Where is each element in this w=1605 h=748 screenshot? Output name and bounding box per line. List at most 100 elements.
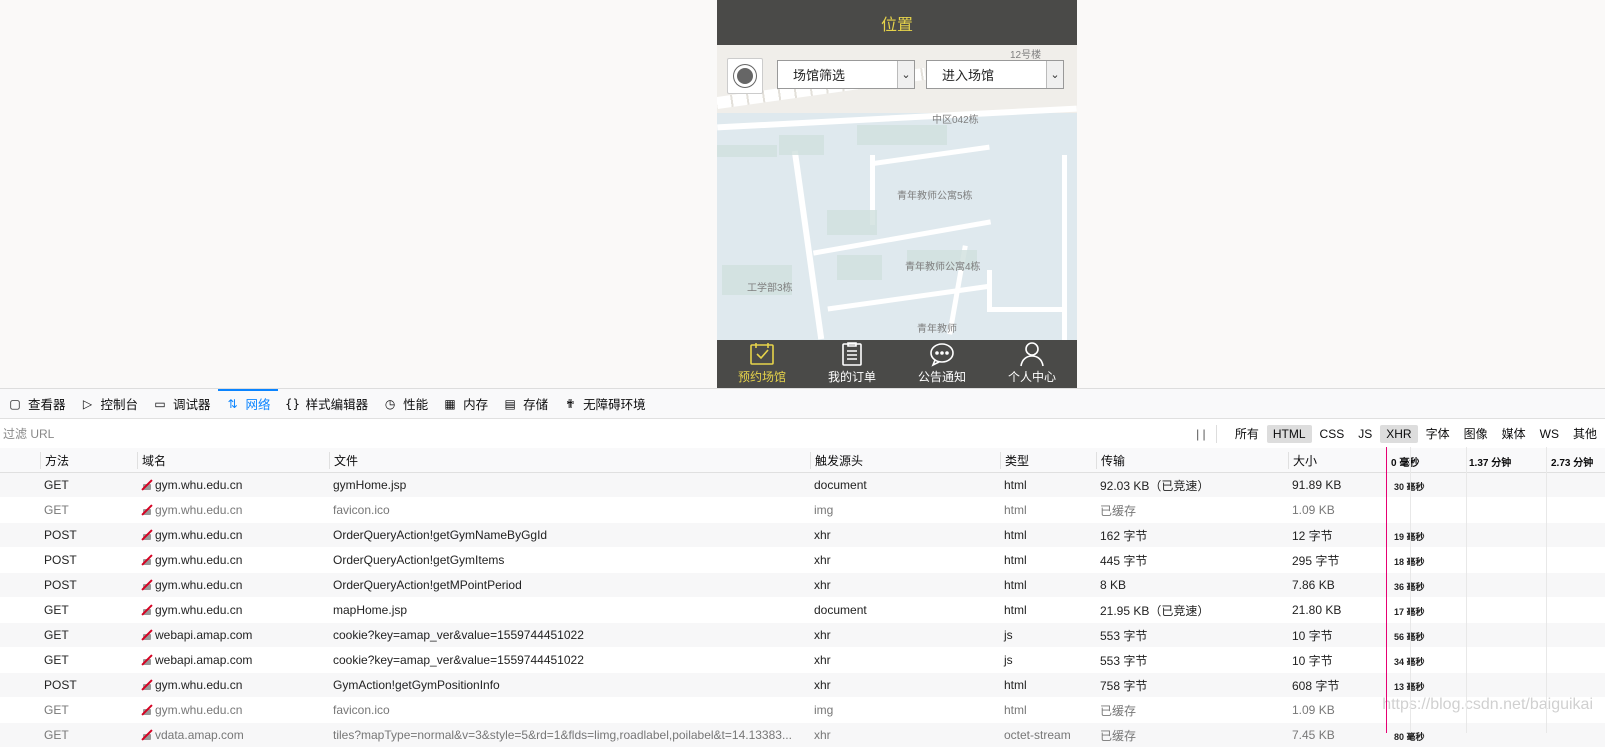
tab-memory[interactable]: ▦ 内存 [435,389,495,418]
filter-ws[interactable]: WS [1534,425,1565,443]
table-row[interactable]: POST gym.whu.edu.cn OrderQueryAction!getMP… [0,573,1605,598]
tab-performance[interactable]: ◷ 性能 [375,389,435,418]
cell-size: 608 字节 [1292,678,1340,693]
cell-type: html [1004,478,1027,492]
cell-waterfall: 30 毫秒 [1386,473,1605,497]
tab-console[interactable]: ▷ 控制台 [73,389,146,418]
pause-icon[interactable]: | | [1186,424,1217,443]
cell-waterfall: 18 毫秒 [1386,548,1605,572]
cell-method: GET [44,628,69,642]
clipboard-icon [842,342,862,366]
cell-transferred: 92.03 KB（已竞速） [1100,478,1210,493]
locate-button[interactable] [727,58,763,94]
devtools-panel: ▢ 查看器 ▷ 控制台 ▭ 调试器 ⇅ 网络 {} 样式编辑器 ◷ 性能 ▦ 内存 ▤ 存储 ✟… [0,388,1605,748]
cell-file: OrderQueryAction!getGymItems [333,553,505,567]
cell-cause: xhr [814,678,831,692]
table-row[interactable]: GET gym.whu.edu.cn mapHome.jsp document html… [0,598,1605,623]
cell-cause: xhr [814,528,831,542]
cell-waterfall: 19 毫秒 [1386,523,1605,547]
cell-size: 295 字节 [1292,553,1340,568]
chevron-down-icon: ⌄ [897,61,914,88]
venue-filter-select[interactable]: 场馆筛选 ⌄ [777,60,915,89]
debugger-icon: ▭ [154,396,166,411]
table-row[interactable]: GET gym.whu.edu.cn gymHome.jsp document html… [0,473,1605,498]
filter-other[interactable]: 其他 [1567,423,1603,444]
cell-cause: xhr [814,728,831,742]
tab-inspector[interactable]: ▢ 查看器 [0,389,73,418]
cell-transferred: 553 字节 [1100,653,1148,668]
cell-method: GET [44,703,69,717]
tab-label: 网络 [245,398,271,412]
tab-network[interactable]: ⇅ 网络 [217,389,278,418]
tab-accessibility[interactable]: ✟ 无障碍环境 [555,389,653,418]
tab-label: 存储 [523,398,549,412]
filter-css[interactable]: CSS [1314,425,1351,443]
tab-notices[interactable]: 公告通知 [897,340,987,388]
col-waterfall[interactable]: 0 毫秒 1.37 分钟 2.73 分钟 [1386,448,1605,472]
enter-venue-select[interactable]: 进入场馆 ⌄ [926,60,1064,89]
cell-type: js [1004,628,1013,642]
insecure-lock-icon [141,529,153,541]
filter-js[interactable]: JS [1352,425,1378,443]
insecure-lock-icon [141,629,153,641]
tab-debugger[interactable]: ▭ 调试器 [145,389,218,418]
cell-size: 12 字节 [1292,528,1333,543]
table-row[interactable]: GET gym.whu.edu.cn favicon.ico img html 已缓存 1.… [0,498,1605,523]
filter-xhr[interactable]: XHR [1380,424,1418,443]
cell-file: cookie?key=amap_ver&value=1559744451022 [333,628,584,642]
tab-storage[interactable]: ▤ 存储 [495,389,555,418]
cell-size: 7.86 KB [1292,578,1335,592]
filter-all[interactable]: 所有 [1229,423,1265,444]
cell-file: cookie?key=amap_ver&value=1559744451022 [333,653,584,667]
filter-url-input[interactable]: 过滤 URL [0,425,1186,442]
tab-profile[interactable]: 个人中心 [987,340,1077,388]
tab-style-editor[interactable]: {} 样式编辑器 [278,389,376,418]
col-cause[interactable]: 触发源头 [810,451,1000,469]
cell-type: html [1004,703,1027,717]
cell-waterfall: 56 毫秒 [1386,623,1605,647]
cell-method: GET [44,603,69,617]
cell-domain: gym.whu.edu.cn [137,703,329,717]
cell-transferred: 8 KB [1100,578,1127,592]
timeline-mark: 2.73 分钟 [1551,458,1594,469]
cell-transferred: 已缓存 [1100,703,1137,718]
insecure-lock-icon [141,604,153,616]
cell-cause: xhr [814,653,831,667]
tab-book-venue[interactable]: 预约场馆 [717,340,807,388]
devtools-toolbar: ▢ 查看器 ▷ 控制台 ▭ 调试器 ⇅ 网络 {} 样式编辑器 ◷ 性能 ▦ 内存 ▤ 存储 ✟… [0,389,1605,419]
col-type[interactable]: 类型 [1000,451,1096,469]
filter-fonts[interactable]: 字体 [1420,423,1456,444]
col-size[interactable]: 大小 [1288,451,1386,469]
map-view[interactable]: 12号楼 中区042栋 青年教师公寓5栋 青年教师公寓4栋 工学部3栋 青年教师… [717,45,1077,340]
cell-domain: gym.whu.edu.cn [137,678,329,692]
table-row[interactable]: GET gym.whu.edu.cn favicon.ico img html 已缓存 1.… [0,698,1605,723]
col-transferred[interactable]: 传输 [1096,451,1288,469]
cell-type: html [1004,553,1027,567]
table-row[interactable]: GET webapi.amap.com cookie?key=amap_ver&va… [0,648,1605,673]
chat-bubble-icon [930,343,954,367]
table-row[interactable]: POST gym.whu.edu.cn GymAction!getGymPositi… [0,673,1605,698]
locate-icon [737,68,753,84]
col-method[interactable]: 方法 [40,451,137,469]
table-row[interactable]: POST gym.whu.edu.cn OrderQueryAction!getGy… [0,523,1605,548]
col-domain[interactable]: 域名 [137,451,329,469]
cell-cause: xhr [814,578,831,592]
tab-my-orders[interactable]: 我的订单 [807,340,897,388]
cell-cause: xhr [814,553,831,567]
calendar-check-icon [750,343,774,365]
filter-images[interactable]: 图像 [1458,423,1494,444]
table-row[interactable]: POST gym.whu.edu.cn OrderQueryAction!getGy… [0,548,1605,573]
table-row[interactable]: GET webapi.amap.com cookie?key=amap_ver&va… [0,623,1605,648]
cell-domain: gym.whu.edu.cn [137,603,329,617]
cell-cause: document [814,603,867,617]
table-row[interactable]: GET vdata.amap.com tiles?mapType=normal&v=… [0,723,1605,748]
cell-waterfall: 34 毫秒 [1386,648,1605,672]
filter-media[interactable]: 媒体 [1496,423,1532,444]
cell-type: html [1004,603,1027,617]
col-file[interactable]: 文件 [329,451,810,469]
filter-html[interactable]: HTML [1266,424,1312,443]
insecure-lock-icon [141,654,153,666]
cell-method: POST [44,578,77,592]
cell-transferred: 553 字节 [1100,628,1148,643]
insecure-lock-icon [141,729,153,741]
